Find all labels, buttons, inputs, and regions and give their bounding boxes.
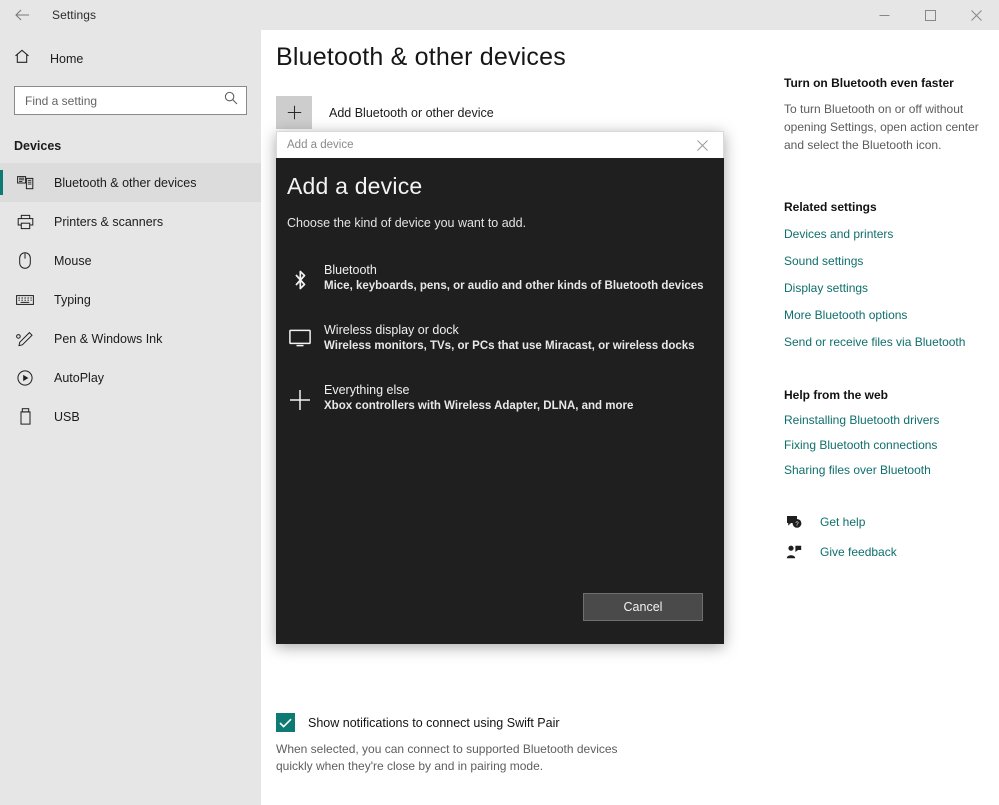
- swift-pair-setting: Show notifications to connect using Swif…: [276, 713, 771, 775]
- sidebar-item-label: Printers & scanners: [54, 214, 164, 229]
- dialog-option-list: Bluetooth Mice, keyboards, pens, or audi…: [276, 253, 724, 422]
- dialog-option-title: Everything else: [324, 383, 410, 397]
- pen-icon: [14, 331, 36, 347]
- help-from-web-heading: Help from the web: [784, 388, 889, 402]
- maximize-icon[interactable]: [907, 0, 953, 30]
- search-icon: [224, 91, 238, 110]
- related-settings-section: Related settings Devices and printers So…: [784, 200, 999, 349]
- add-device-dialog: Add a device Choose the kind of device y…: [276, 158, 724, 644]
- home-icon: [14, 49, 30, 69]
- printer-icon: [14, 214, 36, 230]
- sidebar-item-bluetooth-other-devices[interactable]: Bluetooth & other devices: [0, 163, 261, 202]
- give-feedback-label: Give feedback: [820, 545, 897, 559]
- related-settings-heading: Related settings: [784, 200, 877, 214]
- sidebar-item-label: Home: [50, 52, 84, 66]
- bluetooth-icon: [287, 263, 313, 291]
- search-placeholder: Find a setting: [25, 93, 98, 108]
- dialog-close-icon[interactable]: [681, 132, 723, 158]
- add-device-button-label: Add Bluetooth or other device: [329, 105, 494, 120]
- swift-pair-label: Show notifications to connect using Swif…: [308, 715, 560, 730]
- autoplay-icon: [14, 369, 36, 386]
- bluetooth-devices-icon: [14, 175, 36, 190]
- sidebar-item-usb[interactable]: USB: [0, 397, 261, 436]
- monitor-icon: [287, 323, 313, 347]
- dialog-subheading: Choose the kind of device you want to ad…: [287, 216, 527, 230]
- help-link-sharing-files[interactable]: Sharing files over Bluetooth: [784, 463, 999, 477]
- sidebar-section-title: Devices: [14, 139, 62, 153]
- dialog-heading: Add a device: [287, 173, 423, 199]
- sidebar-nav-list: Bluetooth & other devices Printers & sca…: [0, 163, 261, 436]
- back-arrow-icon[interactable]: [0, 0, 44, 30]
- dialog-option-description: Wireless monitors, TVs, or PCs that use …: [324, 340, 695, 352]
- mouse-icon: [14, 252, 36, 269]
- search-input[interactable]: Find a setting: [14, 86, 247, 115]
- dialog-titlebar: Add a device: [276, 131, 724, 158]
- help-bubble-icon: ?: [784, 515, 804, 529]
- related-link-sound-settings[interactable]: Sound settings: [784, 254, 999, 268]
- give-feedback-link[interactable]: Give feedback: [784, 545, 999, 559]
- dialog-cancel-button[interactable]: Cancel: [583, 593, 703, 621]
- sidebar-item-home[interactable]: Home: [0, 41, 261, 77]
- get-help-link[interactable]: ? Get help: [784, 515, 999, 529]
- window-controls: [861, 0, 999, 30]
- right-info-panel: Turn on Bluetooth even faster To turn Bl…: [771, 30, 999, 805]
- get-help-label: Get help: [820, 515, 866, 529]
- swift-pair-description: When selected, you can connect to suppor…: [276, 742, 618, 773]
- dialog-option-description: Mice, keyboards, pens, or audio and othe…: [324, 280, 704, 292]
- dialog-option-description: Xbox controllers with Wireless Adapter, …: [324, 400, 634, 412]
- dialog-option-wireless-display-or-dock[interactable]: Wireless display or dock Wireless monito…: [276, 313, 724, 362]
- sidebar-item-autoplay[interactable]: AutoPlay: [0, 358, 261, 397]
- tip-heading: Turn on Bluetooth even faster: [784, 76, 954, 90]
- related-link-send-receive-files[interactable]: Send or receive files via Bluetooth: [784, 335, 999, 349]
- usb-icon: [14, 408, 36, 425]
- sidebar-item-printers-scanners[interactable]: Printers & scanners: [0, 202, 261, 241]
- dialog-titlebar-text: Add a device: [287, 139, 354, 151]
- tip-body: To turn Bluetooth on or off without open…: [784, 102, 979, 152]
- dialog-option-everything-else[interactable]: Everything else Xbox controllers with Wi…: [276, 373, 724, 422]
- plus-icon: [276, 96, 312, 129]
- help-link-fixing-connections[interactable]: Fixing Bluetooth connections: [784, 438, 999, 452]
- support-actions: ? Get help Give feedback: [784, 515, 999, 559]
- add-bluetooth-or-other-device-button[interactable]: Add Bluetooth or other device: [276, 96, 771, 129]
- help-from-web-section: Help from the web Reinstalling Bluetooth…: [784, 388, 999, 477]
- settings-window: Settings Home Find a setting Devices Blu…: [0, 0, 999, 805]
- window-titlebar: Settings: [0, 0, 999, 30]
- sidebar-item-label: USB: [54, 409, 80, 424]
- sidebar-item-mouse[interactable]: Mouse: [0, 241, 261, 280]
- sidebar-item-label: AutoPlay: [54, 370, 105, 385]
- swift-pair-checkbox-row[interactable]: Show notifications to connect using Swif…: [276, 713, 771, 732]
- close-icon[interactable]: [953, 0, 999, 30]
- sidebar-item-label: Typing: [54, 292, 91, 307]
- minimize-icon[interactable]: [861, 0, 907, 30]
- dialog-option-title: Bluetooth: [324, 263, 377, 277]
- sidebar: Home Find a setting Devices Bluetooth & …: [0, 30, 261, 805]
- page-title: Bluetooth & other devices: [276, 43, 566, 71]
- related-link-display-settings[interactable]: Display settings: [784, 281, 999, 295]
- dialog-option-bluetooth[interactable]: Bluetooth Mice, keyboards, pens, or audi…: [276, 253, 724, 302]
- sidebar-item-label: Pen & Windows Ink: [54, 331, 163, 346]
- swift-pair-checkbox[interactable]: [276, 713, 295, 732]
- related-link-more-bluetooth-options[interactable]: More Bluetooth options: [784, 308, 999, 322]
- keyboard-icon: [14, 294, 36, 306]
- sidebar-item-typing[interactable]: Typing: [0, 280, 261, 319]
- dialog-option-title: Wireless display or dock: [324, 323, 459, 337]
- sidebar-item-pen-windows-ink[interactable]: Pen & Windows Ink: [0, 319, 261, 358]
- feedback-icon: [784, 545, 804, 559]
- sidebar-item-label: Mouse: [54, 253, 92, 268]
- app-title: Settings: [52, 8, 97, 22]
- sidebar-item-label: Bluetooth & other devices: [54, 175, 197, 190]
- plus-icon: [287, 383, 313, 411]
- help-link-reinstalling-drivers[interactable]: Reinstalling Bluetooth drivers: [784, 413, 999, 427]
- related-link-devices-and-printers[interactable]: Devices and printers: [784, 227, 999, 241]
